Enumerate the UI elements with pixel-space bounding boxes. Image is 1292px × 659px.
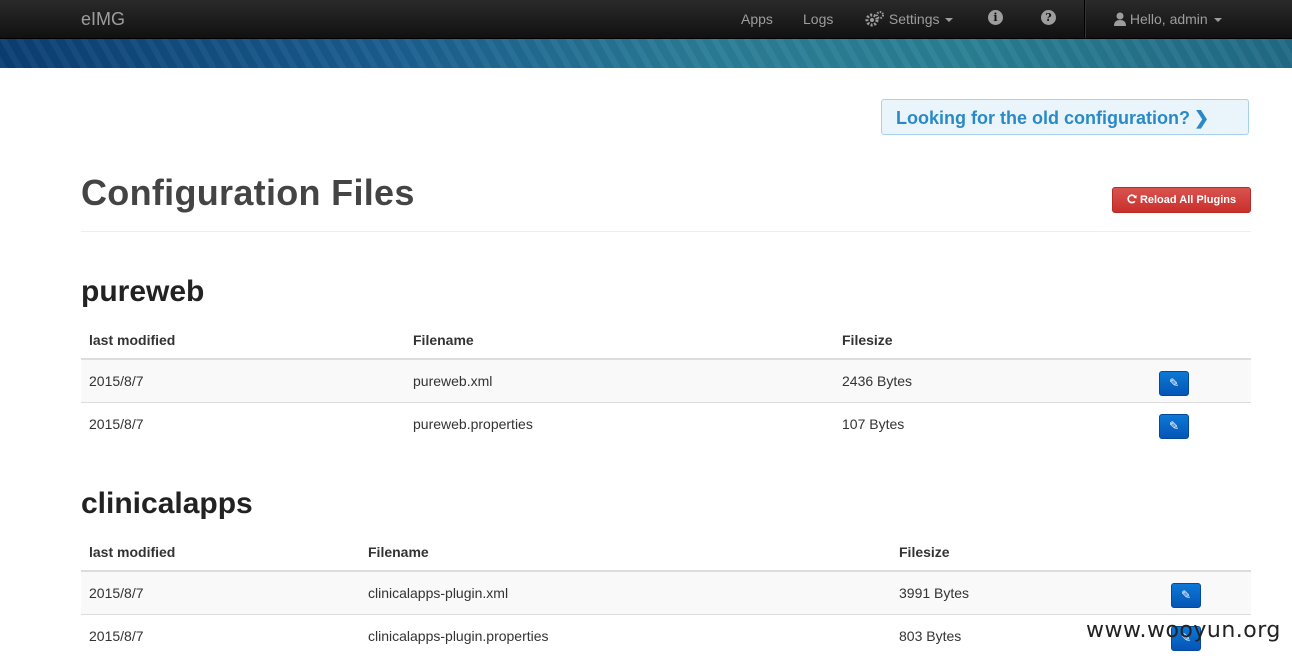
table-row: 2015/8/7 clinicalapps-plugin.xml 3991 By… [81,570,1251,615]
edit-button[interactable]: ✎ [1171,582,1201,608]
nav-logs[interactable]: Logs [803,11,833,27]
table-row: 2015/8/7 pureweb.properties 107 Bytes ✎ [81,402,1251,445]
column-header-filesize: Filesize [891,534,1163,572]
column-header-actions [1163,534,1251,572]
column-header-last-modified: last modified [81,534,360,572]
section-title-clinicalapps: clinicalapps [81,487,253,520]
cell-filename: clinicalapps-plugin.xml [360,570,891,615]
column-header-last-modified: last modified [81,322,405,360]
edit-button[interactable]: ✎ [1159,370,1189,396]
page-title: Configuration Files [81,172,415,213]
section-title-pureweb: pureweb [81,275,205,308]
cell-filesize: 3991 Bytes [891,570,1163,615]
user-icon [1114,12,1126,26]
cell-modified: 2015/8/7 [81,358,405,403]
table-row: 2015/8/7 pureweb.xml 2436 Bytes ✎ [81,358,1251,403]
table-row: 2015/8/7 clinicalapps-plugin.properties … [81,614,1251,657]
user-menu-dropdown[interactable]: Hello, admin [1114,11,1222,27]
edit-icon: ✎ [1168,418,1180,433]
info-icon[interactable]: i [988,10,1003,25]
edit-icon: ✎ [1168,375,1180,390]
cell-modified: 2015/8/7 [81,570,360,615]
cell-modified: 2015/8/7 [81,614,360,657]
caret-down-icon [945,18,954,23]
top-navbar: eIMG Apps Logs Settings i ? Hello, admin [0,0,1292,39]
user-greeting: Hello, admin [1129,11,1208,27]
column-header-filename: Filename [360,534,891,572]
cell-filename: pureweb.xml [405,358,834,403]
brand-logo[interactable]: eIMG [81,9,125,30]
old-configuration-link[interactable]: Looking for the old configuration? ❯ [881,99,1249,135]
table-header-row: last modified Filename Filesize [81,534,1251,572]
header-banner [0,39,1292,68]
caret-down-icon [1213,18,1222,23]
old-configuration-text: Looking for the old configuration? [896,108,1190,128]
cell-actions: ✎ [1151,358,1251,403]
cell-modified: 2015/8/7 [81,402,405,445]
cell-filesize: 107 Bytes [834,402,1151,445]
refresh-icon [1127,194,1137,204]
watermark-text: www.wooyun.org [1086,618,1281,643]
cell-actions: ✎ [1151,402,1251,445]
cell-filename: clinicalapps-plugin.properties [360,614,891,657]
edit-icon: ✎ [1180,587,1192,602]
navbar-divider [1084,0,1085,38]
title-divider [81,231,1251,232]
chevron-right-icon: ❯ [1193,108,1210,128]
table-header-row: last modified Filename Filesize [81,322,1251,360]
column-header-filename: Filename [405,322,834,360]
pureweb-files-table: last modified Filename Filesize 2015/8/7… [81,322,1251,445]
settings-label: Settings [888,11,940,27]
cell-actions: ✎ [1163,570,1251,615]
help-icon[interactable]: ? [1041,10,1056,25]
clinicalapps-files-table: last modified Filename Filesize 2015/8/7… [81,534,1251,657]
gears-icon [865,11,884,27]
column-header-actions [1151,322,1251,360]
edit-button[interactable]: ✎ [1159,413,1189,439]
cell-filesize: 2436 Bytes [834,358,1151,403]
reload-label: Reload All Plugins [1139,194,1237,206]
reload-all-plugins-button[interactable]: Reload All Plugins [1112,187,1251,213]
cell-filename: pureweb.properties [405,402,834,445]
nav-apps[interactable]: Apps [741,11,773,27]
nav-settings-dropdown[interactable]: Settings [865,11,954,27]
column-header-filesize: Filesize [834,322,1151,360]
